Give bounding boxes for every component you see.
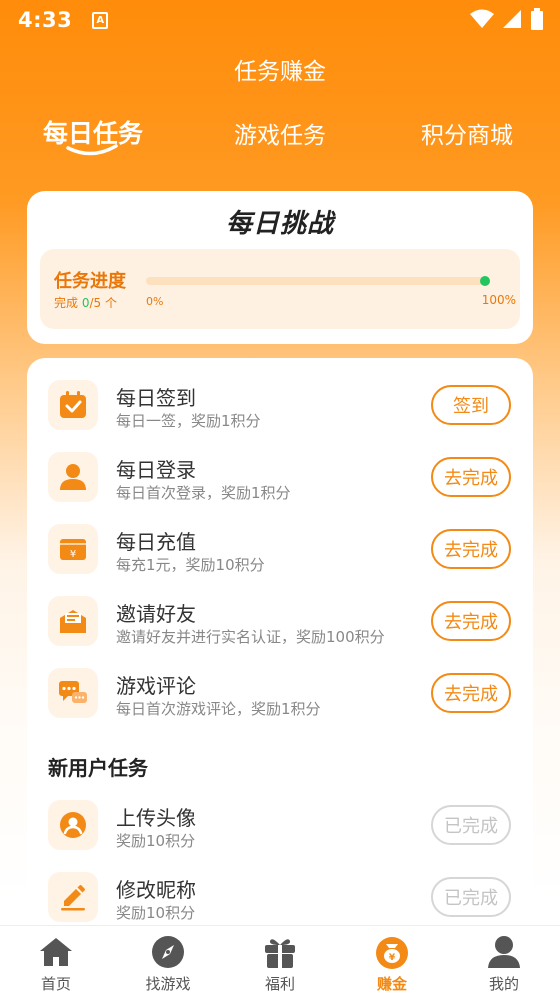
status-bar: 4:33 A xyxy=(0,0,560,40)
svg-text:¥: ¥ xyxy=(70,549,76,560)
status-time: 4:33 xyxy=(18,8,73,32)
notification-icon: A xyxy=(92,11,109,29)
signal-icon xyxy=(503,10,521,28)
task-desc: 奖励10积分 xyxy=(116,904,196,922)
user-icon xyxy=(48,452,98,502)
task-row-daily-login: 每日登录 每日首次登录，奖励1积分 去完成 xyxy=(27,452,533,512)
comment-icon xyxy=(48,668,98,718)
nav-label: 找游戏 xyxy=(145,975,191,993)
progress-bar xyxy=(146,277,486,285)
nav-earn[interactable]: ¥ 赚金 xyxy=(336,926,448,995)
compass-icon xyxy=(152,936,184,968)
wifi-icon xyxy=(470,9,494,28)
task-row-invite-friends: 邀请好友 邀请好友并进行实名认证，奖励100积分 去完成 xyxy=(27,596,533,656)
envelope-icon xyxy=(48,596,98,646)
nav-label: 我的 xyxy=(488,975,519,993)
status-icons xyxy=(470,8,544,30)
task-desc: 邀请好友并进行实名认证，奖励100积分 xyxy=(116,628,385,646)
task-name: 修改昵称 xyxy=(116,878,196,902)
challenge-title: 每日挑战 xyxy=(225,209,334,239)
nav-home[interactable]: 首页 xyxy=(0,926,112,995)
progress-label: 任务进度 xyxy=(54,271,126,292)
battery-icon xyxy=(531,8,543,30)
home-icon xyxy=(40,938,72,966)
progress-panel: 任务进度 完成 0/5 个 0% 100% xyxy=(40,249,520,329)
task-row-upload-avatar: 上传头像 奖励10积分 已完成 xyxy=(27,800,533,860)
tab-points-mall[interactable]: 积分商城 xyxy=(392,116,542,150)
progress-indicator xyxy=(480,276,490,286)
nav-label: 赚金 xyxy=(376,975,407,993)
progress-count-total: /5 个 xyxy=(89,296,117,310)
nav-welfare[interactable]: 福利 xyxy=(224,926,336,995)
avatar-upload-icon xyxy=(48,800,98,850)
bottom-navigation: 首页 找游戏 福利 ¥ 赚金 我的 xyxy=(0,925,560,995)
task-desc: 每日首次游戏评论，奖励1积分 xyxy=(116,700,321,718)
recharge-go-button[interactable]: 去完成 xyxy=(431,529,511,569)
nav-mine[interactable]: 我的 xyxy=(448,926,560,995)
task-row-game-review: 游戏评论 每日首次游戏评论，奖励1积分 去完成 xyxy=(27,668,533,728)
progress-count-prefix: 完成 xyxy=(54,296,82,310)
review-go-button[interactable]: 去完成 xyxy=(431,673,511,713)
progress-min-label: 0% xyxy=(146,295,164,308)
progress-count: 完成 0/5 个 xyxy=(54,294,117,311)
task-desc: 每日首次登录，奖励1积分 xyxy=(116,484,291,502)
avatar-completed-button[interactable]: 已完成 xyxy=(431,805,511,845)
nav-find-games[interactable]: 找游戏 xyxy=(112,926,224,995)
invite-go-button[interactable]: 去完成 xyxy=(431,601,511,641)
tab-game-tasks[interactable]: 游戏任务 xyxy=(205,116,355,150)
signin-button[interactable]: 签到 xyxy=(431,385,511,425)
calendar-check-icon xyxy=(48,380,98,430)
svg-text:¥: ¥ xyxy=(389,953,396,963)
task-name: 每日登录 xyxy=(116,458,196,482)
login-go-button[interactable]: 去完成 xyxy=(431,457,511,497)
nickname-completed-button[interactable]: 已完成 xyxy=(431,877,511,917)
task-name: 游戏评论 xyxy=(116,674,196,698)
task-name: 每日充值 xyxy=(116,530,196,554)
edit-icon xyxy=(48,872,98,922)
task-name: 上传头像 xyxy=(116,806,196,830)
money-bag-icon: ¥ xyxy=(376,937,408,969)
task-list-card: 每日签到 每日一签，奖励1积分 签到 每日登录 每日首次登录，奖励1积分 去完成… xyxy=(27,358,533,958)
task-row-edit-nickname: 修改昵称 奖励10积分 已完成 xyxy=(27,872,533,932)
task-row-daily-signin: 每日签到 每日一签，奖励1积分 签到 xyxy=(27,380,533,440)
profile-icon xyxy=(488,936,520,968)
task-row-daily-recharge: ¥ 每日充值 每充1元，奖励10积分 去完成 xyxy=(27,524,533,584)
nav-label: 福利 xyxy=(264,975,295,993)
task-desc: 每充1元，奖励10积分 xyxy=(116,556,265,574)
task-name: 每日签到 xyxy=(116,386,196,410)
nav-label: 首页 xyxy=(40,975,71,993)
gift-icon xyxy=(265,939,295,968)
progress-max-label: 100% xyxy=(481,293,516,307)
new-user-section-title: 新用户任务 xyxy=(48,756,148,780)
daily-challenge-card: 每日挑战 任务进度 完成 0/5 个 0% 100% xyxy=(27,191,533,344)
wallet-yen-icon: ¥ xyxy=(48,524,98,574)
page-title: 任务赚金 xyxy=(234,59,326,85)
task-desc: 每日一签，奖励1积分 xyxy=(116,412,261,430)
active-tab-indicator xyxy=(66,144,118,156)
task-desc: 奖励10积分 xyxy=(116,832,196,850)
task-name: 邀请好友 xyxy=(116,602,196,626)
